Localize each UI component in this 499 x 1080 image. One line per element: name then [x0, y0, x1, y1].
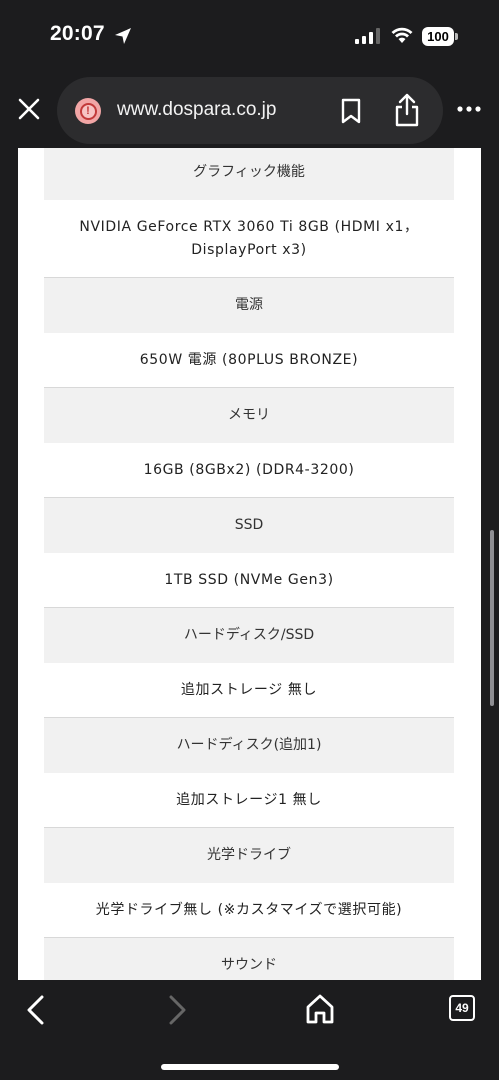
spec-label: ハードディスク(追加1)	[44, 718, 454, 773]
spec-value-text: NVIDIA GeForce RTX 3060 Ti 8GB (HDMI x1，…	[79, 218, 419, 258]
home-indicator[interactable]	[161, 1064, 339, 1070]
close-button[interactable]	[14, 94, 44, 124]
bookmark-icon[interactable]	[339, 98, 363, 124]
wifi-icon	[391, 27, 413, 43]
spec-table: グラフィック機能 NVIDIA GeForce RTX 3060 Ti 8GB …	[44, 148, 454, 980]
spec-value: 1TB SSD (NVMe Gen3)	[44, 553, 454, 608]
spec-value: 650W 電源 (80PLUS BRONZE)	[44, 333, 454, 388]
browser-toolbar: ! www.dospara.co.jp	[0, 72, 499, 148]
forward-icon[interactable]	[163, 994, 191, 1026]
spec-label: サウンド	[44, 938, 454, 980]
tabs-button[interactable]: 49	[449, 995, 475, 1021]
spec-value: 光学ドライブ無し (※カスタマイズで選択可能)	[44, 883, 454, 938]
status-time: 20:07	[50, 22, 105, 45]
spec-label: 電源	[44, 278, 454, 333]
location-arrow-icon	[115, 28, 131, 44]
spec-label: SSD	[44, 498, 454, 553]
bottom-toolbar: 49	[0, 980, 499, 1080]
scrollbar[interactable]	[490, 530, 494, 706]
home-icon[interactable]	[304, 993, 336, 1025]
alert-icon[interactable]: !	[75, 98, 101, 124]
spec-label: ハードディスク/SSD	[44, 608, 454, 663]
page-content: グラフィック機能 NVIDIA GeForce RTX 3060 Ti 8GB …	[18, 148, 481, 980]
spec-label: メモリ	[44, 388, 454, 443]
close-icon	[18, 98, 40, 120]
spec-label: グラフィック機能	[44, 148, 454, 200]
share-icon[interactable]	[393, 93, 421, 127]
back-icon[interactable]	[22, 994, 50, 1026]
url-text[interactable]: www.dospara.co.jp	[117, 99, 276, 121]
spec-value: 16GB (8GBx2) (DDR4-3200)	[44, 443, 454, 498]
spec-label: 光学ドライブ	[44, 828, 454, 883]
status-bar: 20:07 100	[0, 0, 499, 72]
spec-value: 追加ストレージ1 無し	[44, 773, 454, 828]
address-bar[interactable]: ! www.dospara.co.jp	[57, 77, 443, 144]
signal-icon	[355, 28, 380, 44]
more-icon[interactable]	[455, 102, 485, 116]
battery-icon: 100	[422, 27, 458, 46]
web-page: グラフィック機能 NVIDIA GeForce RTX 3060 Ti 8GB …	[0, 148, 499, 980]
spec-value: NVIDIA GeForce RTX 3060 Ti 8GB (HDMI x1，…	[44, 200, 454, 278]
spec-value: 追加ストレージ 無し	[44, 663, 454, 718]
battery-level: 100	[422, 27, 454, 46]
